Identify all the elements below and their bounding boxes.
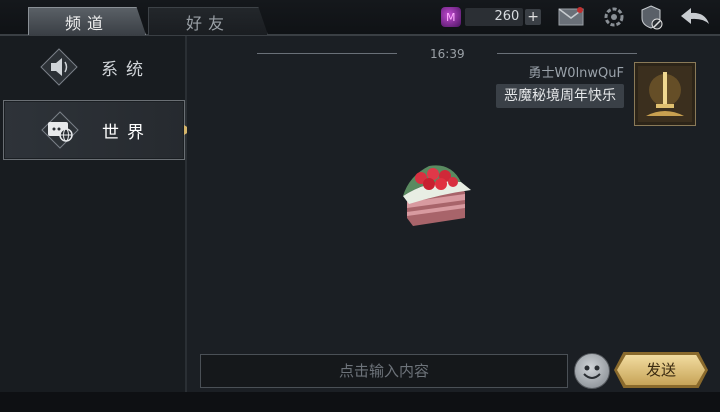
currency-display: M 260 + <box>441 6 541 28</box>
back-arrow-icon[interactable] <box>678 5 712 29</box>
speaker-icon <box>39 47 79 87</box>
chat-input[interactable]: 点击输入内容 <box>200 354 568 388</box>
channel-sidebar: 系统 世界 <box>0 36 187 392</box>
channel-label: 系统 <box>101 59 151 80</box>
settings-icon[interactable] <box>601 5 627 29</box>
sender-name[interactable]: 勇士W0lnwQuF <box>528 62 624 81</box>
news-ticker <box>0 392 720 412</box>
top-bar: 频道 好友 M 260 + <box>0 0 720 36</box>
gem-icon: M <box>441 7 461 27</box>
chat-area: 16:39 勇士W0lnwQuF 恶魔秘境周年快乐 <box>187 36 720 392</box>
mail-icon[interactable] <box>558 5 584 29</box>
cake-sticker <box>401 156 475 232</box>
smiley-icon <box>583 365 601 379</box>
send-button[interactable]: 发送 <box>617 355 705 385</box>
world-chat-icon <box>40 110 80 150</box>
emoji-button[interactable] <box>574 353 610 389</box>
message-bubble[interactable]: 恶魔秘境周年快乐 <box>496 84 624 108</box>
tab-channel[interactable]: 频道 <box>28 7 146 35</box>
add-currency-button[interactable]: + <box>525 9 541 25</box>
message-time: 16:39 <box>430 47 465 61</box>
channel-system[interactable]: 系统 <box>3 38 183 96</box>
avatar[interactable] <box>634 62 696 126</box>
tab-friends[interactable]: 好友 <box>148 7 268 35</box>
currency-value: 260 <box>464 8 524 26</box>
block-user-icon[interactable] <box>638 5 664 30</box>
channel-label: 世界 <box>102 122 152 143</box>
channel-world[interactable]: 世界 <box>3 100 185 160</box>
